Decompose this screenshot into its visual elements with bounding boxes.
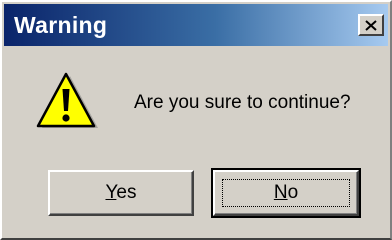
yes-button[interactable]: Yes — [48, 170, 194, 216]
title-bar[interactable]: Warning — [4, 4, 388, 46]
warning-dialog: Warning Are you sure to continue? Yes No — [0, 0, 392, 240]
no-button[interactable]: No — [211, 168, 361, 218]
dialog-message: Are you sure to continue? — [134, 92, 351, 113]
close-button[interactable] — [358, 14, 384, 36]
close-icon — [365, 19, 377, 31]
no-button-label: No — [273, 182, 299, 203]
yes-button-label: Yes — [105, 182, 137, 203]
window-title: Warning — [14, 12, 108, 38]
warning-icon — [36, 72, 100, 134]
